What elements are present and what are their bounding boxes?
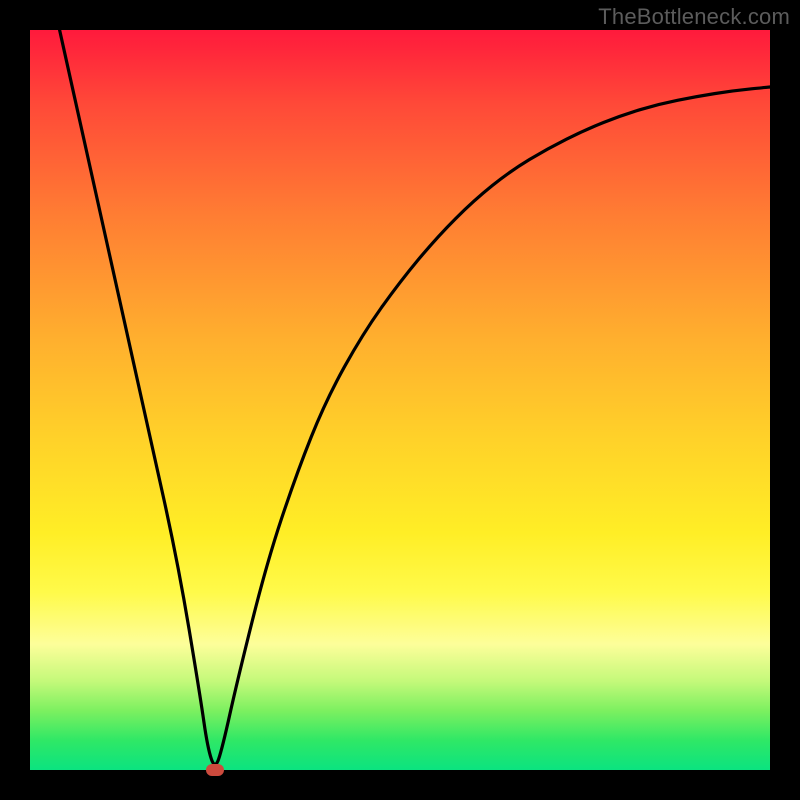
curve-svg [30,30,770,770]
watermark-text: TheBottleneck.com [598,4,790,30]
bottleneck-curve [60,30,770,764]
minimum-marker [206,764,224,776]
chart-frame: TheBottleneck.com [0,0,800,800]
plot-area [30,30,770,770]
